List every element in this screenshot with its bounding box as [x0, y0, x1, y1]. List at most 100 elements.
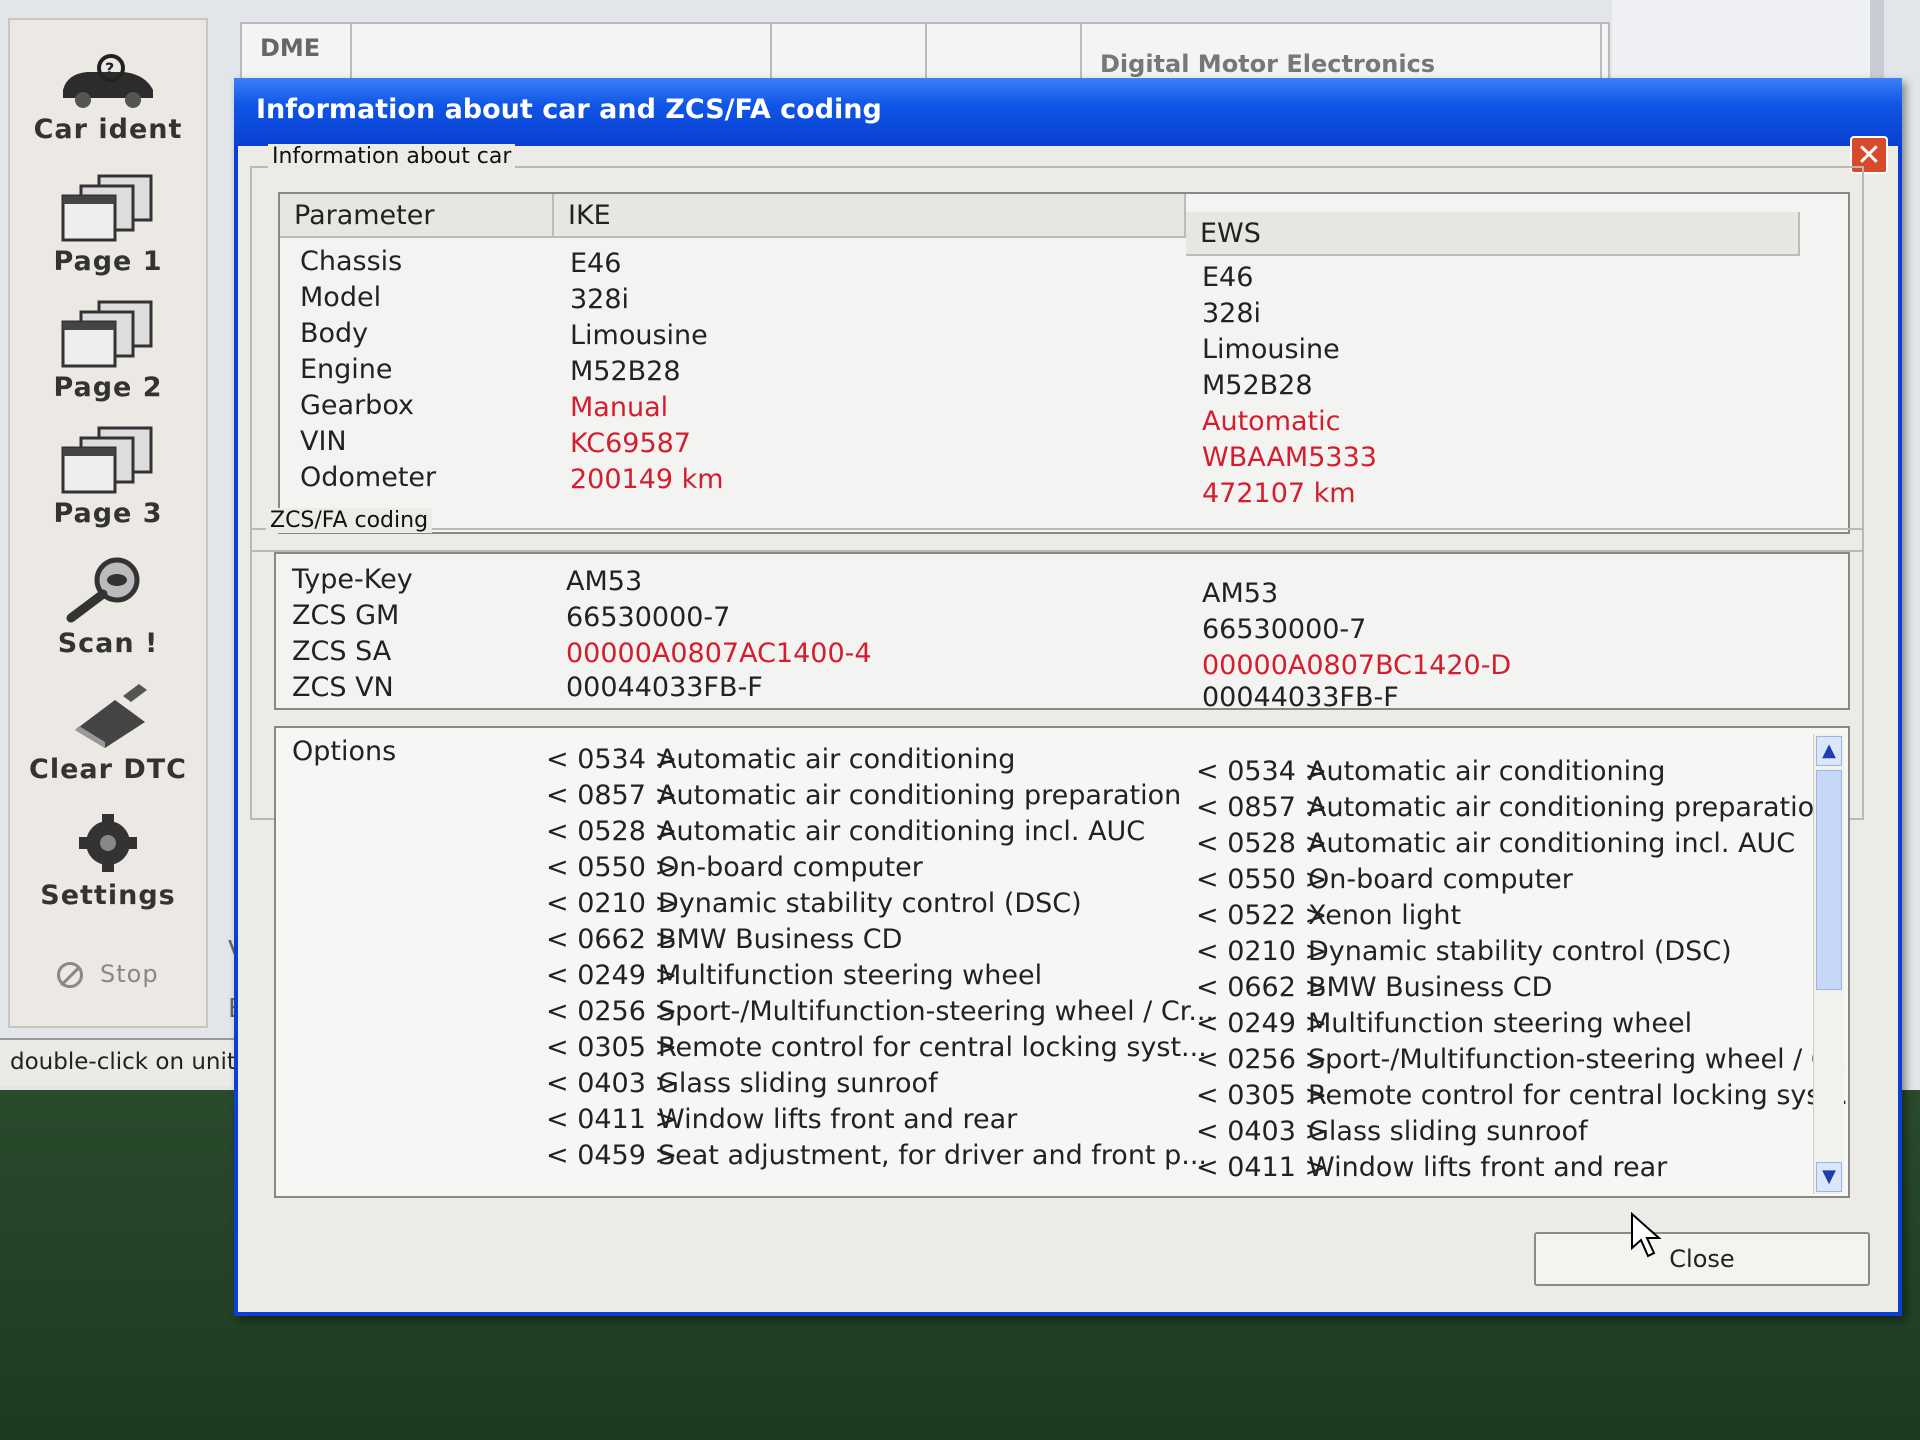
param-zcs-gm: ZCS GM — [292, 600, 400, 631]
ews-zcs-sa: 00000A0807BC1420-D — [1202, 650, 1512, 681]
param-zcs-vn: ZCS VN — [292, 672, 394, 703]
dialog-title: Information about car and ZCS/FA coding — [256, 94, 882, 125]
eraser-icon — [75, 684, 147, 748]
status-bar: double-click on unit's r — [0, 1038, 240, 1086]
magnifier-icon — [66, 557, 140, 623]
sidebar-item-page-2[interactable]: Page 2 — [10, 298, 206, 403]
ike-gearbox: Manual — [570, 392, 669, 423]
list-item[interactable]: < 0256 >Sport-/Multifunction-steering wh… — [1196, 1042, 1848, 1078]
car-info-dialog: Information about car and ZCS/FA coding … — [234, 78, 1902, 1316]
page-icon — [61, 300, 153, 368]
column-header[interactable] — [352, 24, 772, 84]
close-button[interactable]: Close — [1534, 1232, 1870, 1286]
ike-chassis: E46 — [570, 248, 622, 279]
param-vin: VIN — [300, 426, 347, 457]
ike-column-header[interactable]: IKE — [554, 194, 1186, 238]
scroll-thumb[interactable] — [1816, 770, 1842, 990]
list-item[interactable]: < 0534 >Automatic air conditioning — [1196, 754, 1848, 790]
unit-column-header[interactable]: DME — [242, 24, 352, 84]
list-item[interactable]: < 0534 >Automatic air conditioning — [546, 742, 1214, 778]
scroll-down-icon[interactable]: ▼ — [1816, 1162, 1842, 1192]
stop-icon — [57, 962, 84, 988]
list-item[interactable]: < 0550 >On-board computer — [1196, 862, 1848, 898]
page-icon — [61, 174, 153, 242]
list-item[interactable]: < 0662 >BMW Business CD — [546, 922, 1214, 958]
column-header[interactable] — [927, 24, 1082, 84]
stop-label: Stop — [100, 960, 159, 988]
sidebar-item-settings[interactable]: Settings — [10, 810, 206, 911]
mouse-cursor-icon — [1631, 1212, 1662, 1258]
ike-zcs-sa: 00000A0807AC1400-4 — [566, 638, 872, 669]
list-item[interactable]: < 0249 >Multifunction steering wheel — [546, 958, 1214, 994]
sidebar-item-label: Page 1 — [53, 246, 163, 277]
ews-chassis: E46 — [1202, 262, 1254, 293]
list-item[interactable]: < 0256 >Sport-/Multifunction-steering wh… — [546, 994, 1214, 1030]
param-type-key: Type-Key — [292, 564, 413, 595]
ews-zcs-gm: 66530000-7 — [1202, 614, 1367, 645]
list-item[interactable]: < 0305 >Remote control for central locki… — [1196, 1078, 1848, 1114]
list-item[interactable]: < 0662 >BMW Business CD — [1196, 970, 1848, 1006]
param-body: Body — [300, 318, 369, 349]
sidebar-item-car-ident[interactable]: ? Car ident — [10, 50, 206, 145]
options-list[interactable]: Options < 0534 >Automatic air conditioni… — [274, 726, 1850, 1198]
coding-table: Type-Key ZCS GM ZCS SA ZCS VN AM53 66530… — [274, 552, 1850, 713]
gear-icon — [79, 814, 137, 872]
param-zcs-sa: ZCS SA — [292, 636, 392, 667]
list-item[interactable]: < 0411 >Window lifts front and rear — [546, 1102, 1214, 1138]
stop-button[interactable]: Stop — [10, 960, 206, 988]
param-engine: Engine — [300, 354, 393, 385]
list-item[interactable]: < 0857 >Automatic air conditioning prepa… — [546, 778, 1214, 814]
sidebar: ? Car ident Page 1 Page 2 Page 3 Scan ! … — [8, 18, 208, 1028]
ews-column-header[interactable]: EWS — [1186, 212, 1800, 256]
ews-type-key: AM53 — [1202, 578, 1279, 609]
description-column-header[interactable]: Digital Motor Electronics — [1082, 24, 1602, 84]
sidebar-item-page-3[interactable]: Page 3 — [10, 424, 206, 529]
sidebar-item-page-1[interactable]: Page 1 — [10, 172, 206, 277]
options-label: Options — [292, 736, 397, 767]
list-item[interactable]: < 0403 >Glass sliding sunroof — [546, 1066, 1214, 1102]
sidebar-item-scan[interactable]: Scan ! — [10, 554, 206, 659]
car-info-group-title: Information about car — [268, 144, 516, 169]
list-item[interactable]: < 0403 >Glass sliding sunroof — [1196, 1114, 1848, 1150]
parameter-column-header[interactable]: Parameter — [280, 194, 554, 238]
param-model: Model — [300, 282, 382, 313]
ews-engine: M52B28 — [1202, 370, 1313, 401]
list-item[interactable]: < 0528 >Automatic air conditioning incl.… — [1196, 826, 1848, 862]
dialog-titlebar[interactable]: Information about car and ZCS/FA coding — [234, 78, 1902, 146]
unit-table-header: DME Digital Motor Electronics — [242, 24, 1608, 86]
sidebar-item-label: Scan ! — [57, 628, 159, 659]
ike-model: 328i — [570, 284, 630, 315]
coding-group-title: ZCS/FA coding — [266, 508, 433, 533]
ike-zcs-vn: 00044033FB-F — [566, 672, 763, 703]
sidebar-item-label: Clear DTC — [29, 754, 187, 785]
list-item[interactable]: < 0305 >Remote control for central locki… — [546, 1030, 1214, 1066]
ike-engine: M52B28 — [570, 356, 681, 387]
page-icon — [61, 426, 153, 494]
param-chassis: Chassis — [300, 246, 403, 277]
ews-model: 328i — [1202, 298, 1262, 329]
list-item[interactable]: < 0528 >Automatic air conditioning incl.… — [546, 814, 1214, 850]
ike-options-column: < 0534 >Automatic air conditioning < 085… — [546, 742, 1214, 1174]
list-item[interactable]: < 0522 >Xenon light — [1196, 898, 1848, 934]
param-gearbox: Gearbox — [300, 390, 414, 421]
list-item[interactable]: < 0210 >Dynamic stability control (DSC) — [1196, 934, 1848, 970]
list-item[interactable]: < 0210 >Dynamic stability control (DSC) — [546, 886, 1214, 922]
sidebar-item-label: Settings — [40, 880, 176, 911]
scroll-up-icon[interactable]: ▲ — [1816, 736, 1842, 766]
svg-text:?: ? — [105, 59, 115, 78]
list-item[interactable]: < 0249 >Multifunction steering wheel — [1196, 1006, 1848, 1042]
ews-vin: WBAAM5333 — [1202, 442, 1377, 473]
ike-body: Limousine — [570, 320, 708, 351]
sidebar-item-label: Page 2 — [53, 372, 163, 403]
list-item[interactable]: < 0411 >Window lifts front and rear — [1196, 1150, 1848, 1186]
list-item[interactable]: < 0459 >Seat adjustment, for driver and … — [546, 1138, 1214, 1174]
options-scrollbar[interactable]: ▲ ▼ — [1813, 734, 1844, 1194]
car-ident-icon: ? — [63, 54, 153, 108]
ike-type-key: AM53 — [566, 566, 643, 597]
list-item[interactable]: < 0857 >Automatic air conditioning prepa… — [1196, 790, 1848, 826]
column-header[interactable] — [772, 24, 927, 84]
list-item[interactable]: < 0550 >On-board computer — [546, 850, 1214, 886]
sidebar-item-label: Car ident — [33, 114, 183, 145]
ike-odometer: 200149 km — [570, 464, 724, 495]
sidebar-item-clear-dtc[interactable]: Clear DTC — [10, 680, 206, 785]
